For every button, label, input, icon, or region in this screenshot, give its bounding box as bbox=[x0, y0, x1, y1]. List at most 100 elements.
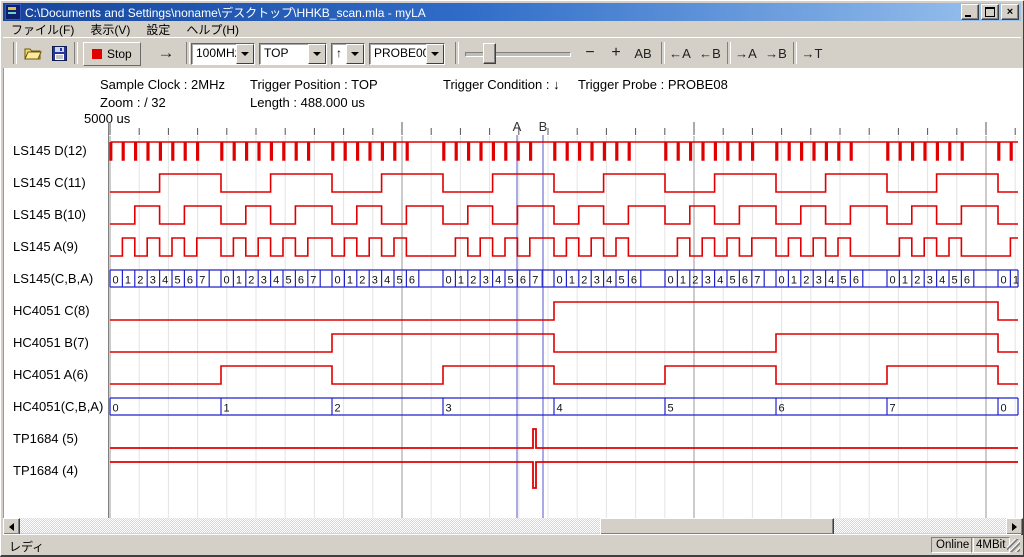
ls145-bus-value: 7 bbox=[532, 275, 538, 287]
chevron-down-icon[interactable] bbox=[346, 44, 364, 64]
toolbar-separator bbox=[661, 42, 665, 64]
ls145-bus-value: 6 bbox=[631, 275, 637, 287]
goto-trigger-button[interactable]: →T bbox=[799, 42, 825, 64]
zoom-in-button[interactable]: + bbox=[607, 42, 625, 64]
save-floppy-icon bbox=[52, 46, 67, 61]
toolbar-separator bbox=[13, 42, 17, 64]
maximize-button[interactable] bbox=[981, 4, 999, 20]
ls145-bus-value: 4 bbox=[384, 275, 390, 287]
ls145-bus-value: 0 bbox=[890, 275, 896, 287]
status-ready: レディ bbox=[9, 538, 44, 555]
toolbar-separator bbox=[727, 42, 731, 64]
hc4051-bus-value: 0 bbox=[113, 403, 119, 415]
zoom-slider[interactable] bbox=[465, 42, 571, 64]
slider-thumb[interactable] bbox=[483, 43, 496, 64]
ls145-bus-value: 6 bbox=[853, 275, 859, 287]
arrow-left-icon bbox=[5, 523, 14, 531]
ls145-bus-value: 1 bbox=[125, 275, 131, 287]
ls145-bus-value: 5 bbox=[175, 275, 181, 287]
menu-settings[interactable]: 設定 bbox=[138, 20, 178, 39]
waveform-trace bbox=[110, 238, 1018, 256]
ls145-bus-value: 4 bbox=[162, 275, 168, 287]
ls145-bus-value: 6 bbox=[409, 275, 415, 287]
ls145-bus-value: 1 bbox=[569, 275, 575, 287]
toolbar-separator bbox=[74, 42, 78, 64]
title-bar: C:\Documents and Settings\noname\デスクトップ\… bbox=[3, 3, 1021, 21]
horizontal-scrollbar[interactable] bbox=[3, 518, 1021, 533]
stop-icon bbox=[92, 49, 102, 59]
trigger-edge-combobox[interactable]: ↑ bbox=[331, 43, 365, 65]
hc4051-bus-value: 3 bbox=[446, 403, 452, 415]
ls145-bus-value: 5 bbox=[397, 275, 403, 287]
trigger-probe-combobox[interactable]: PROBE00 bbox=[369, 43, 445, 65]
minimize-icon bbox=[965, 15, 971, 17]
minimize-button[interactable] bbox=[961, 4, 979, 20]
ls145-bus-value: 2 bbox=[359, 275, 365, 287]
save-button[interactable] bbox=[47, 42, 71, 64]
goto-b-left-button[interactable]: ←B bbox=[697, 42, 723, 64]
hc4051-bus-value: 2 bbox=[335, 403, 341, 415]
trigger-edge-value: ↑ bbox=[332, 44, 346, 64]
ls145-bus-value: 5 bbox=[619, 275, 625, 287]
trigger-probe-value: PROBE00 bbox=[370, 44, 426, 64]
clock-value: 100MHz bbox=[192, 44, 236, 64]
ls145-bus-value: 5 bbox=[952, 275, 958, 287]
ls145-bus-value: 7 bbox=[754, 275, 760, 287]
hc4051-bus-value: 7 bbox=[890, 403, 896, 415]
trigger-position-combobox[interactable]: TOP bbox=[259, 43, 327, 65]
chevron-down-icon[interactable] bbox=[426, 44, 444, 64]
status-memory: 4MBit bbox=[971, 537, 1010, 553]
ls145-bus-value: 1 bbox=[347, 275, 353, 287]
close-button[interactable]: × bbox=[1001, 4, 1019, 20]
window-title: C:\Documents and Settings\noname\デスクトップ\… bbox=[25, 4, 961, 21]
hc4051-bus-value: 1 bbox=[224, 403, 230, 415]
hc4051-bus-value: 4 bbox=[557, 403, 563, 415]
chevron-down-icon[interactable] bbox=[308, 44, 326, 64]
ls145-bus-value: 6 bbox=[520, 275, 526, 287]
resize-grip[interactable] bbox=[1007, 539, 1020, 552]
goto-b-right-button[interactable]: →B bbox=[763, 42, 789, 64]
stop-button[interactable]: Stop bbox=[83, 42, 141, 66]
scrollbar-thumb[interactable] bbox=[600, 518, 834, 535]
status-online: Online bbox=[931, 537, 974, 553]
ls145-bus-value: 4 bbox=[273, 275, 279, 287]
ls145-bus-value: 2 bbox=[470, 275, 476, 287]
menu-bar: ファイル(F) 表示(V) 設定 ヘルプ(H) bbox=[3, 21, 1021, 37]
goto-a-right-button[interactable]: →A bbox=[733, 42, 759, 64]
ls145-bus-value: 4 bbox=[717, 275, 723, 287]
menu-file[interactable]: ファイル(F) bbox=[3, 20, 82, 39]
chevron-down-icon[interactable] bbox=[236, 44, 254, 64]
ls145-bus-value: 5 bbox=[730, 275, 736, 287]
waveform-plot[interactable]: AB01234567012345670123456012345670123456… bbox=[0, 68, 1024, 518]
ls145-bus-value: 0 bbox=[1001, 275, 1007, 287]
mylA-window: { "window": { "title": "C:\\Documents an… bbox=[0, 0, 1024, 556]
waveform-trace-pulse bbox=[110, 429, 1018, 448]
ls145-bus-value: 2 bbox=[803, 275, 809, 287]
open-file-button[interactable] bbox=[21, 42, 45, 64]
ls145-bus-value: 1 bbox=[458, 275, 464, 287]
ls145-bus-value: 1 bbox=[680, 275, 686, 287]
zoom-out-button[interactable]: − bbox=[581, 42, 599, 64]
ls145-bus-value: 0 bbox=[335, 275, 341, 287]
ls145-bus-value: 5 bbox=[841, 275, 847, 287]
stop-label: Stop bbox=[107, 47, 132, 61]
scroll-left-button[interactable] bbox=[3, 518, 20, 535]
ls145-bus-value: 4 bbox=[939, 275, 945, 287]
ls145-bus-value: 6 bbox=[298, 275, 304, 287]
ls145-bus-value: 0 bbox=[668, 275, 674, 287]
ls145-bus-value: 4 bbox=[495, 275, 501, 287]
clock-combobox[interactable]: 100MHz bbox=[191, 43, 255, 65]
goto-a-left-button[interactable]: ←A bbox=[667, 42, 693, 64]
ls145-bus-value: 1 bbox=[236, 275, 242, 287]
menu-help[interactable]: ヘルプ(H) bbox=[178, 20, 247, 39]
cursor-label-b: B bbox=[539, 119, 548, 134]
run-button[interactable]: → bbox=[151, 42, 181, 64]
waveform-trace-pulse bbox=[110, 462, 1018, 488]
scroll-right-button[interactable] bbox=[1006, 518, 1023, 535]
ab-button[interactable]: AB bbox=[631, 42, 655, 64]
ls145-bus-value: 3 bbox=[483, 275, 489, 287]
slider-track[interactable] bbox=[465, 52, 571, 57]
app-icon[interactable] bbox=[5, 4, 21, 20]
ls145-bus-value: 4 bbox=[606, 275, 612, 287]
menu-view[interactable]: 表示(V) bbox=[82, 20, 138, 39]
